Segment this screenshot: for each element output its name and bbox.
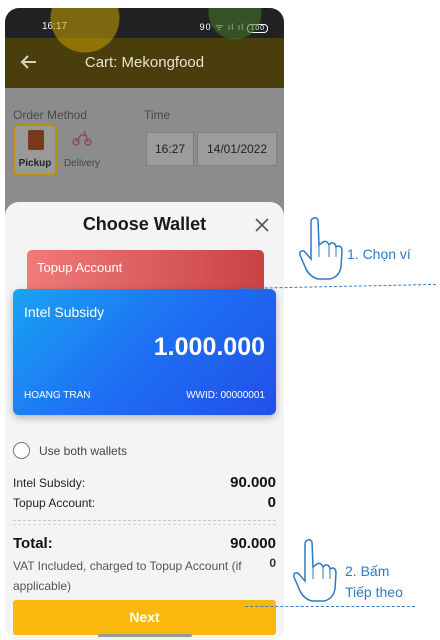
subsidy-amount-label: Intel Subsidy: [13, 476, 86, 490]
pointing-hand-icon [299, 216, 343, 280]
radio-button-icon[interactable] [13, 442, 30, 459]
topup-card-label: Topup Account [37, 260, 123, 275]
vat-value: 0 [269, 556, 276, 570]
signal-icons: 90 ᯤ ıl ıl [199, 22, 245, 32]
time-selector[interactable]: 16:27 [146, 132, 194, 166]
delivery-label: Delivery [63, 158, 101, 169]
phone-screen: 16:17 90 ᯤ ıl ıl 100 Cart: Mekongfood Ord… [5, 8, 284, 640]
subsidy-card-holder: HOANG TRAN [24, 390, 91, 401]
close-icon[interactable] [254, 217, 270, 233]
delivery-option[interactable]: Delivery [59, 124, 105, 176]
use-both-wallets-label: Use both wallets [39, 444, 128, 458]
status-icons: 90 ᯤ ıl ıl 100 [200, 20, 268, 33]
pickup-label: Pickup [18, 158, 52, 169]
total-label: Total: [13, 535, 53, 552]
header-title: Cart: Mekongfood [84, 54, 205, 71]
date-selector[interactable]: 14/01/2022 [197, 132, 277, 166]
topup-amount-value: 0 [267, 494, 276, 511]
annotation-step-1: 1. Chọn ví [347, 246, 411, 262]
divider [13, 520, 276, 521]
subsidy-card-balance: 1.000.000 [153, 333, 265, 361]
vat-note: VAT Included, charged to Topup Account (… [13, 559, 242, 593]
topup-amount-label: Topup Account: [13, 496, 96, 510]
subsidy-card-wwid: WWID: 00000001 [186, 390, 265, 401]
pointing-hand-icon [293, 538, 337, 602]
annotation-pointer-line [245, 606, 415, 607]
order-method-label: Order Method [13, 108, 88, 122]
status-bar: 16:17 90 ᯤ ıl ıl 100 [5, 8, 284, 38]
annotation-step-2: 2. Bấm [345, 563, 390, 579]
intel-subsidy-card[interactable]: Intel Subsidy 1.000.000 HOANG TRAN WWID:… [13, 289, 276, 415]
battery-icon: 100 [247, 24, 268, 33]
total-value: 90.000 [230, 535, 276, 552]
next-button[interactable]: Next [13, 600, 276, 635]
time-label: Time [144, 108, 171, 122]
screenshot-stage: 16:17 90 ᯤ ıl ıl 100 Cart: Mekongfood Ord… [0, 0, 440, 640]
choose-wallet-sheet: Choose Wallet Topup Account Intel Subsid… [5, 202, 284, 640]
home-indicator [98, 634, 192, 637]
scooter-icon [72, 130, 92, 146]
subsidy-amount-value: 90.000 [230, 474, 276, 491]
sheet-title: Choose Wallet [82, 214, 207, 234]
annotation-step-2-detail: Tiếp theo [345, 584, 403, 600]
shopping-bag-icon [28, 130, 44, 150]
subsidy-card-name: Intel Subsidy [24, 304, 105, 320]
status-time: 16:17 [42, 21, 68, 32]
order-options-area: Order Method Time Pickup Delivery 16:27 … [5, 88, 284, 218]
app-header: Cart: Mekongfood [5, 8, 284, 88]
pickup-option[interactable]: Pickup [13, 124, 57, 176]
divider [13, 524, 276, 525]
